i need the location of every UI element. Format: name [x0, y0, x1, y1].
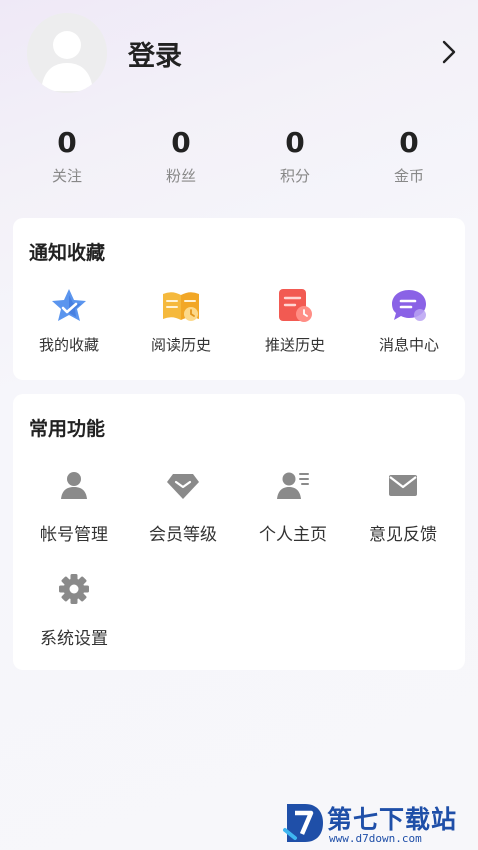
card-title: 常用功能: [29, 418, 106, 440]
profile-card-icon: [277, 472, 309, 499]
push-history-button[interactable]: 推送历史: [240, 286, 350, 355]
watermark-title: 第七下载站: [327, 805, 458, 834]
item-label: 我的收藏: [38, 336, 99, 354]
item-label: 阅读历史: [150, 336, 211, 354]
stat-label: 粉丝: [165, 167, 196, 185]
d7down-logo-icon: [283, 804, 323, 842]
common-functions-card: 常用功能 帐号管理 会员等级 个人主页 意见反馈 系统设置: [13, 394, 465, 670]
system-settings-button[interactable]: 系统设置: [19, 572, 129, 649]
stat-value: 0: [57, 126, 77, 159]
stat-value: 0: [285, 126, 305, 159]
stat-value: 0: [399, 126, 419, 159]
reading-history-button[interactable]: 阅读历史: [126, 286, 236, 355]
mail-icon: [389, 475, 417, 496]
message-center-button[interactable]: 消息中心: [354, 286, 464, 355]
stat-follow[interactable]: 0 关注: [17, 124, 117, 186]
stat-value: 0: [171, 126, 191, 159]
item-label: 推送历史: [264, 336, 325, 354]
avatar[interactable]: [27, 13, 107, 93]
push-history-icon: [279, 289, 312, 322]
book-icon: [163, 292, 199, 321]
stat-coins[interactable]: 0 金币: [359, 124, 459, 186]
watermark-url: www.d7down.com: [329, 832, 422, 845]
user-icon: [61, 472, 87, 499]
login-label[interactable]: 登录: [128, 34, 182, 73]
site-watermark: 第七下载站 www.d7down.com: [283, 798, 473, 850]
stat-points[interactable]: 0 积分: [245, 124, 345, 186]
notify-card: 通知收藏 我的收藏 阅读历史 推送历史 消息中心: [13, 218, 465, 380]
item-label: 会员等级: [149, 525, 217, 545]
card-title: 通知收藏: [29, 242, 106, 264]
gear-icon: [59, 574, 89, 604]
item-label: 消息中心: [378, 336, 439, 354]
item-label: 意见反馈: [369, 525, 437, 545]
stat-label: 金币: [393, 167, 424, 185]
item-label: 个人主页: [259, 525, 327, 545]
favorites-button[interactable]: 我的收藏: [14, 286, 124, 355]
star-icon: [52, 289, 86, 321]
default-avatar-icon: [27, 13, 107, 93]
member-level-button[interactable]: 会员等级: [128, 468, 238, 545]
stat-fans[interactable]: 0 粉丝: [131, 124, 231, 186]
chevron-right-icon[interactable]: [438, 38, 460, 66]
feedback-button[interactable]: 意见反馈: [348, 468, 458, 545]
item-label: 帐号管理: [40, 525, 108, 545]
item-label: 系统设置: [40, 629, 108, 649]
account-management-button[interactable]: 帐号管理: [19, 468, 129, 545]
stat-label: 积分: [279, 167, 310, 185]
diamond-icon: [167, 474, 199, 499]
profile-header[interactable]: 登录: [0, 0, 478, 110]
stats-row: 0 关注 0 粉丝 0 积分 0 金币: [0, 124, 478, 194]
message-icon: [392, 290, 426, 321]
stat-label: 关注: [51, 167, 82, 185]
personal-homepage-button[interactable]: 个人主页: [238, 468, 348, 545]
